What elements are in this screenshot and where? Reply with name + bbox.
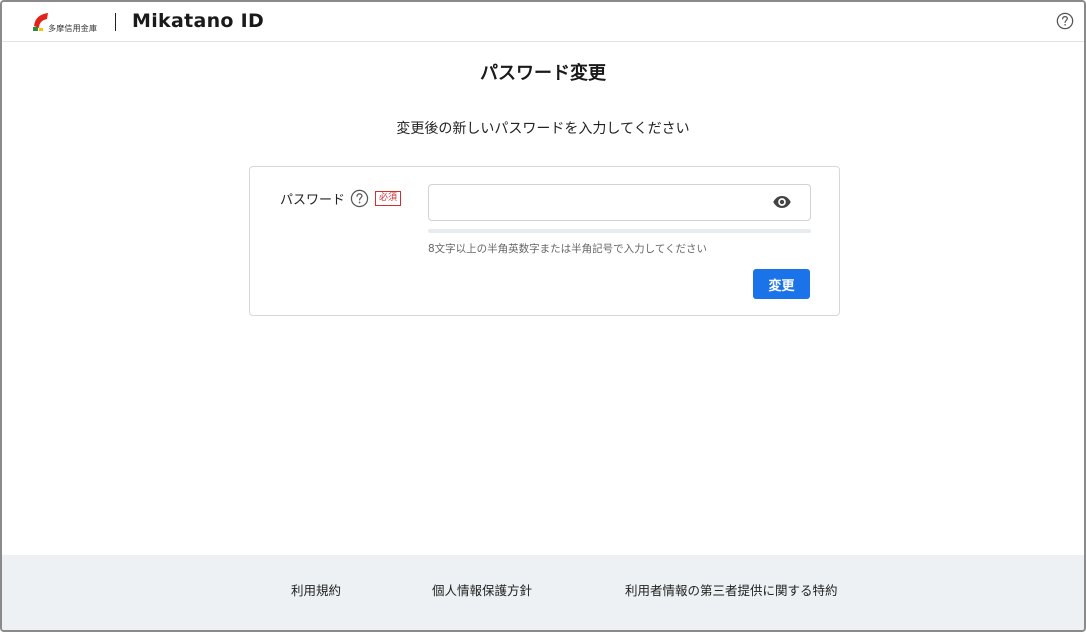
footer-link-third-party[interactable]: 利用者情報の第三者提供に関する特約: [625, 580, 838, 599]
question-circle-icon[interactable]: [1056, 12, 1074, 30]
page-title: パスワード変更: [480, 63, 606, 84]
footer: 利用規約 個人情報保護方針 利用者情報の第三者提供に関する特約: [2, 555, 1084, 630]
footer-link-privacy[interactable]: 個人情報保護方針: [432, 580, 532, 599]
password-form-card: パスワード 必須 8文字以上の半角英数字または半角記号で入力してください 変更: [249, 166, 840, 316]
password-strength-bar: [428, 229, 811, 233]
password-label: パスワード: [280, 193, 346, 208]
help-icon[interactable]: [350, 189, 369, 208]
eye-icon[interactable]: [772, 193, 792, 211]
bank-name: 多摩信用金庫: [48, 24, 98, 33]
header-divider: [115, 13, 116, 31]
required-badge: 必須: [375, 191, 402, 206]
change-button[interactable]: 変更: [753, 269, 810, 299]
bank-logo[interactable]: 多摩信用金庫: [30, 12, 110, 34]
brand-logo[interactable]: Mikatano ID: [132, 10, 264, 32]
footer-link-terms[interactable]: 利用規約: [291, 580, 341, 599]
header: 多摩信用金庫 Mikatano ID: [2, 2, 1084, 42]
page-frame: 多摩信用金庫 Mikatano ID パスワード変更 変更後の新しいパスワードを…: [0, 0, 1086, 632]
password-hint: 8文字以上の半角英数字または半角記号で入力してください: [428, 243, 708, 255]
instruction-text: 変更後の新しいパスワードを入力してください: [396, 121, 690, 137]
password-input[interactable]: [428, 184, 811, 221]
